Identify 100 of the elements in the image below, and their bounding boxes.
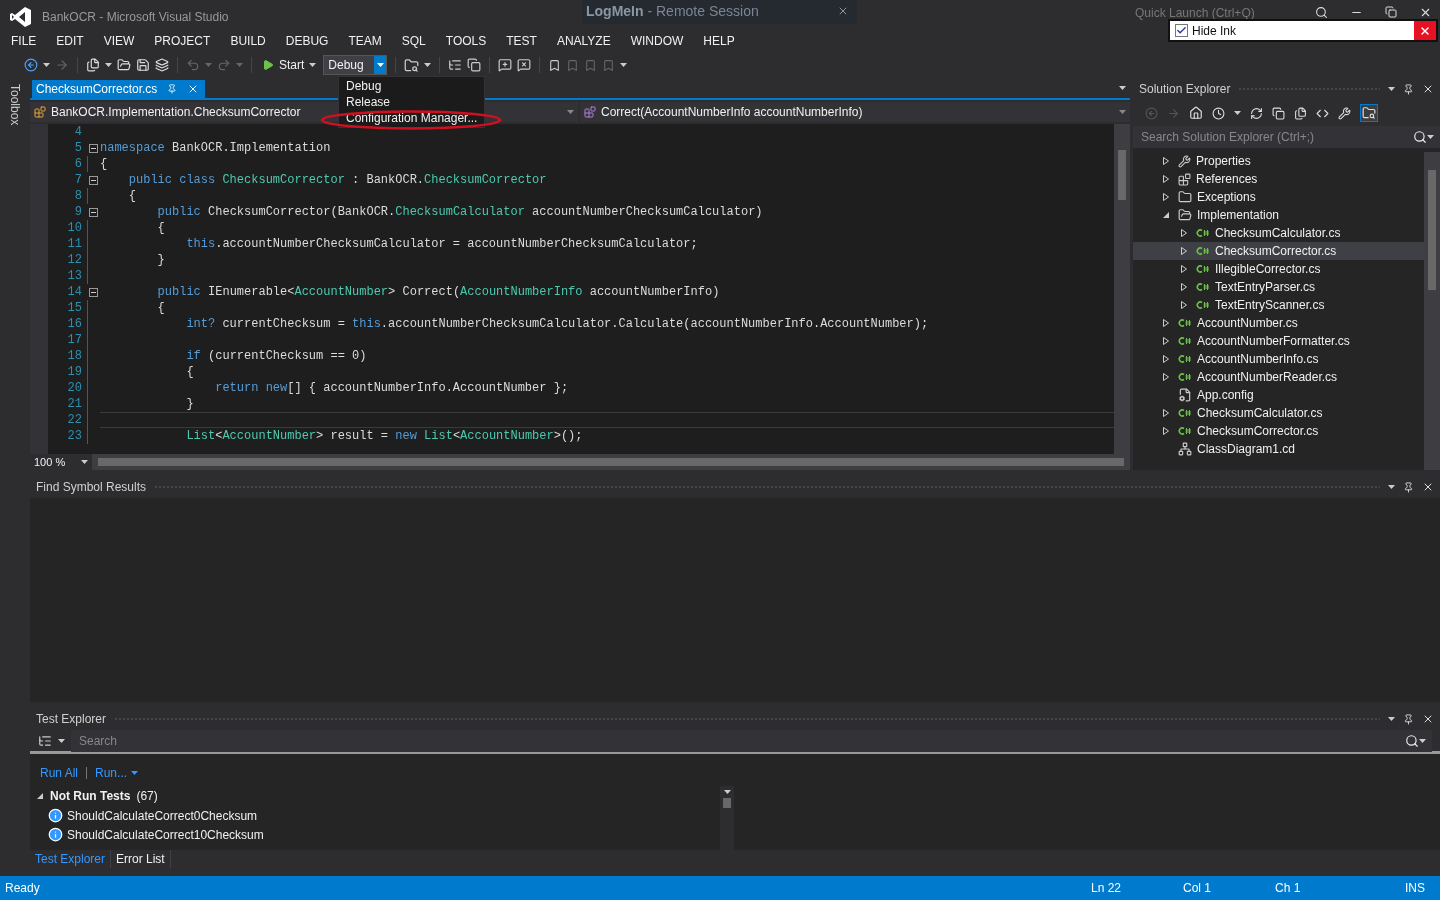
tree-item[interactable]: AccountNumberInfo.cs xyxy=(1133,350,1424,368)
menu-item[interactable]: TEST xyxy=(496,34,547,48)
collapse-icon[interactable] xyxy=(89,207,98,217)
scrollbar[interactable] xyxy=(1114,124,1130,454)
tree-item[interactable]: ChecksumCorrector.cs xyxy=(1133,242,1424,260)
history-icon[interactable] xyxy=(1212,106,1225,120)
member-dropdown[interactable]: Correct(AccountNumberInfo accountNumberInfo) xyxy=(580,102,1130,122)
search-icon[interactable] xyxy=(1405,733,1419,748)
panel-tab[interactable]: Error List xyxy=(111,850,171,868)
properties-icon[interactable] xyxy=(1338,106,1351,120)
comment-icon[interactable] xyxy=(498,58,513,72)
scroll-thumb[interactable] xyxy=(723,798,731,808)
collapse-icon[interactable] xyxy=(89,175,98,185)
close-icon[interactable] xyxy=(1422,83,1434,95)
run-link[interactable]: Run... xyxy=(95,766,139,780)
tree-item[interactable]: ChecksumCorrector.cs xyxy=(1133,422,1424,440)
outline-icon[interactable] xyxy=(448,58,463,72)
expand-arrow-icon[interactable] xyxy=(1180,247,1188,255)
configuration-dropdown[interactable]: Debug xyxy=(323,55,388,75)
caret-icon[interactable] xyxy=(1119,110,1126,114)
menu-item[interactable]: TEAM xyxy=(338,34,392,48)
test-item[interactable]: ShouldCalculateCorrect10Checksum xyxy=(30,825,720,844)
tree-item[interactable]: ChecksumCalculator.cs xyxy=(1133,224,1424,242)
close-icon[interactable] xyxy=(837,5,849,17)
caret-icon[interactable] xyxy=(1419,738,1426,743)
search-field[interactable]: Search xyxy=(71,729,1432,752)
zoom-dropdown[interactable]: 100 % xyxy=(30,454,92,470)
tree-item[interactable]: App.config xyxy=(1133,386,1424,404)
toolbox-tab[interactable]: Toolbox xyxy=(8,84,22,130)
expand-arrow-icon[interactable] xyxy=(1180,265,1188,273)
expand-arrow-icon[interactable] xyxy=(1162,409,1170,417)
expand-arrow-icon[interactable] xyxy=(1162,211,1170,219)
panel-tab[interactable]: Test Explorer xyxy=(30,850,112,868)
save-icon[interactable] xyxy=(136,58,150,72)
caret-icon[interactable] xyxy=(58,738,65,743)
expand-arrow-icon[interactable] xyxy=(1162,373,1170,381)
search-icon[interactable] xyxy=(1315,6,1328,19)
test-group[interactable]: Not Run Tests (67) xyxy=(30,786,720,806)
restore-icon[interactable] xyxy=(1385,6,1397,18)
expand-arrow-icon[interactable] xyxy=(1180,229,1188,237)
save-all-icon[interactable] xyxy=(155,58,169,72)
tree-item[interactable]: References xyxy=(1133,170,1424,188)
test-item[interactable]: ShouldCalculateCorrect0Checksum xyxy=(30,806,720,825)
menu-item[interactable]: BUILD xyxy=(220,34,276,48)
caret-icon[interactable] xyxy=(1234,111,1241,115)
caret-icon[interactable] xyxy=(1427,135,1434,139)
caret-icon[interactable] xyxy=(1388,87,1395,91)
caret-icon[interactable] xyxy=(620,63,628,67)
menu-item[interactable]: WINDOW xyxy=(620,34,694,48)
tree-item[interactable]: ChecksumCalculator.cs xyxy=(1133,404,1424,422)
tree-item[interactable]: AccountNumberReader.cs xyxy=(1133,368,1424,386)
collapse-icon[interactable] xyxy=(89,143,98,153)
collapse-icon[interactable] xyxy=(89,287,98,297)
menu-item[interactable]: ANALYZE xyxy=(546,34,621,48)
dropdown-item[interactable]: Debug xyxy=(339,78,484,94)
close-icon[interactable] xyxy=(1422,713,1434,725)
expand-arrow-icon[interactable] xyxy=(1162,175,1170,183)
expand-arrow-icon[interactable] xyxy=(1162,193,1170,201)
expand-arrow-icon[interactable] xyxy=(1180,283,1188,291)
bookmark-icon[interactable] xyxy=(548,58,562,72)
menu-item[interactable]: EDIT xyxy=(46,34,94,48)
search-input[interactable]: Search Solution Explorer (Ctrl+;) xyxy=(1139,129,1413,145)
caret-icon[interactable] xyxy=(81,460,88,464)
expand-arrow-icon[interactable] xyxy=(1162,319,1170,327)
search-field[interactable]: Search Solution Explorer (Ctrl+;) xyxy=(1133,126,1440,148)
caret-icon[interactable] xyxy=(1388,717,1395,721)
redo-icon[interactable] xyxy=(217,58,231,72)
checkbox[interactable] xyxy=(1175,24,1188,37)
menu-item[interactable]: SQL xyxy=(391,34,436,48)
new-project-icon[interactable] xyxy=(86,58,100,72)
caret-icon[interactable] xyxy=(131,771,139,775)
caret-icon[interactable] xyxy=(309,63,317,67)
scrollbar[interactable] xyxy=(720,786,734,850)
home-icon[interactable] xyxy=(1189,106,1203,120)
caret-icon[interactable] xyxy=(1388,485,1395,489)
tree-item[interactable]: AccountNumberFormatter.cs xyxy=(1133,332,1424,350)
document-tab[interactable]: ChecksumCorrector.cs xyxy=(32,80,206,98)
uncomment-icon[interactable] xyxy=(517,58,532,72)
caret-icon[interactable] xyxy=(376,63,384,67)
preview-toggle[interactable] xyxy=(1360,104,1378,122)
menu-item[interactable]: PROJECT xyxy=(144,34,221,48)
search-icon[interactable] xyxy=(1413,130,1427,144)
menu-item[interactable]: DEBUG xyxy=(275,34,339,48)
find-in-files-icon[interactable] xyxy=(404,57,420,73)
close-icon[interactable] xyxy=(1419,6,1432,19)
pin-icon[interactable] xyxy=(1403,481,1414,493)
pin-icon[interactable] xyxy=(1403,713,1414,725)
undo-icon[interactable] xyxy=(186,58,200,72)
scrollbar[interactable] xyxy=(1424,152,1440,470)
expand-arrow-icon[interactable] xyxy=(1162,427,1170,435)
menu-item[interactable]: VIEW xyxy=(93,34,145,48)
tree-item[interactable]: ClassDiagram1.cd xyxy=(1133,440,1424,458)
tree-item[interactable]: TextEntryScanner.cs xyxy=(1133,296,1424,314)
menu-item[interactable]: FILE xyxy=(1,34,47,48)
close-button[interactable] xyxy=(1414,21,1436,40)
collapse-all-icon[interactable] xyxy=(1272,106,1285,120)
run-all-link[interactable]: Run All xyxy=(40,766,79,780)
open-file-icon[interactable] xyxy=(117,58,131,72)
caret-icon[interactable] xyxy=(424,63,432,67)
caret-icon[interactable] xyxy=(1119,86,1126,90)
